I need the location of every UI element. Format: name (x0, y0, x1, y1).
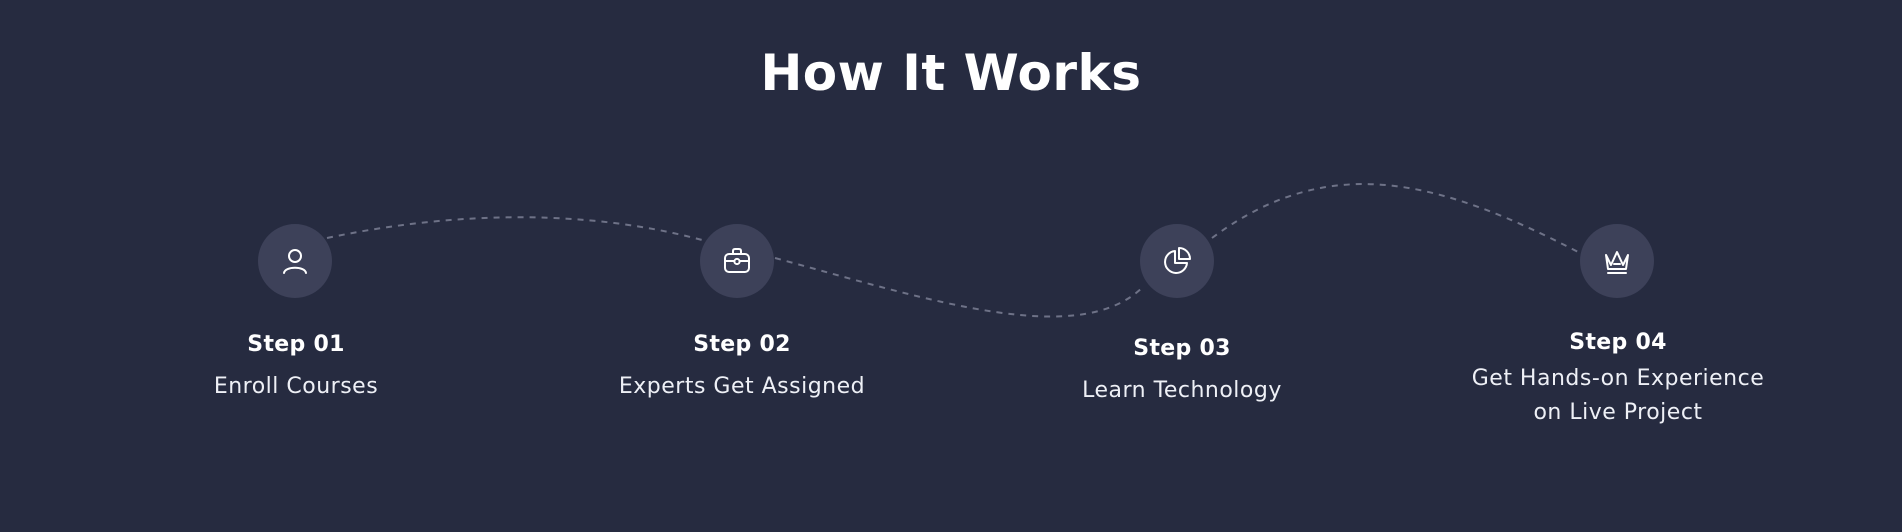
step-4: Step 04 Get Hands-on Experience on Live … (1448, 328, 1788, 430)
step-2-label: Step 02 (693, 332, 791, 357)
step-3-description: Learn Technology (1082, 378, 1282, 403)
step-4-description-line-1: Get Hands-on Experience (1471, 366, 1765, 391)
step-3-label: Step 03 (1133, 336, 1231, 361)
step-2: Step 02 Experts Get Assigned (572, 330, 912, 404)
step-3-icon-circle (1140, 224, 1214, 298)
step-1: Step 01 Enroll Courses (126, 330, 466, 404)
crown-icon (1605, 251, 1629, 274)
step-1-label: Step 01 (247, 332, 345, 357)
user-icon (283, 249, 307, 274)
briefcase-icon (724, 248, 750, 273)
step-4-description: Get Hands-on Experience on Live Project (1448, 362, 1788, 430)
step-1-icon-circle (258, 224, 332, 298)
step-4-icon-circle (1580, 224, 1654, 298)
step-3: Step 03 Learn Technology (1012, 334, 1352, 408)
step-1-description: Enroll Courses (213, 374, 379, 399)
step-4-description-line-2: on Live Project (1533, 400, 1703, 425)
step-4-label: Step 04 (1569, 330, 1667, 355)
pie-chart-icon (1164, 247, 1191, 274)
step-2-description: Experts Get Assigned (618, 374, 866, 399)
how-it-works-section: How It Works Step 01 Enroll Courses Step… (0, 0, 1902, 532)
step-2-icon-circle (700, 224, 774, 298)
